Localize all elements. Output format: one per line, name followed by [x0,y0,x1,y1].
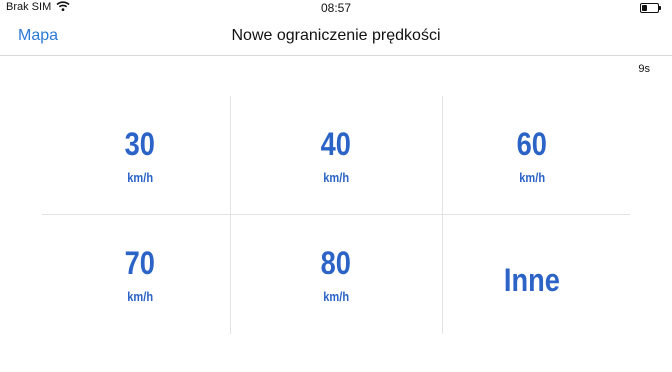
clock: 08:57 [320,1,352,15]
navigation-bar: Mapa Nowe ograniczenie prędkości [0,17,672,56]
speed-option-70[interactable]: 70 km/h [42,215,238,334]
page-title: Nowe ograniczenie prędkości [231,27,441,44]
speed-unit: km/h [519,170,545,185]
speed-unit: km/h [323,289,349,304]
battery-icon [640,3,661,13]
speed-unit: km/h [127,289,153,304]
speed-value: 30 [124,126,156,162]
speed-option-60[interactable]: 60 km/h [434,96,630,215]
speed-option-80[interactable]: 80 km/h [238,215,434,334]
speed-value: 60 [516,126,548,162]
speed-option-other[interactable]: Inne [434,215,630,334]
speed-unit: km/h [127,170,153,185]
speed-unit: km/h [323,170,349,185]
speed-value: 70 [124,245,156,281]
speed-value: 80 [320,245,352,281]
speed-value: 40 [320,126,352,162]
countdown-timer: 9s [638,63,650,75]
speed-option-40[interactable]: 40 km/h [238,96,434,215]
speed-option-30[interactable]: 30 km/h [42,96,238,215]
other-speed-label: Inne [504,262,560,298]
speed-limit-grid: 30 km/h 40 km/h 60 km/h 70 km/h 80 km/h … [42,96,630,334]
status-bar: Brak SIM 08:57 [0,0,672,16]
